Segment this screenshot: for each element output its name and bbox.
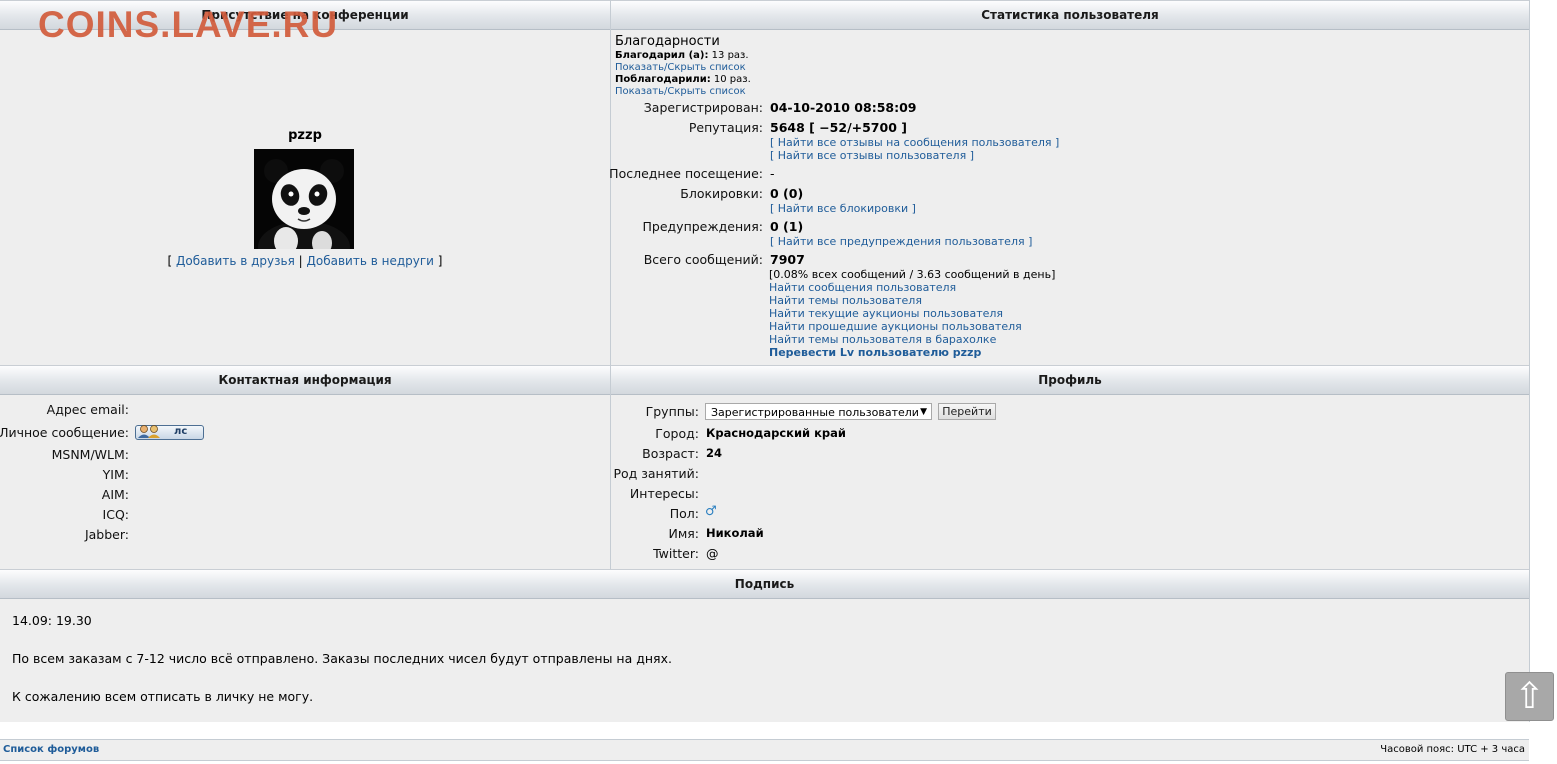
registered-label: Зарегистрирован:: [643, 100, 763, 115]
thanks-title: Благодарности: [615, 34, 720, 49]
add-friend-link[interactable]: Добавить в друзья: [176, 254, 295, 268]
twitter-value: @: [706, 546, 719, 561]
up-arrow-icon: ⇧: [1514, 676, 1545, 717]
friend-actions: [ Добавить в друзья | Добавить в недруги…: [0, 254, 610, 268]
past-auctions-link[interactable]: Найти прошедшие аукционы пользователя: [769, 320, 1022, 333]
profile-header: Профиль: [611, 365, 1529, 395]
interests-label: Интересы:: [629, 486, 699, 501]
signature-header: Подпись: [0, 569, 1529, 599]
timezone-text: Часовой пояс: UTC + 3 часа: [1380, 744, 1525, 755]
user-posts-link[interactable]: Найти сообщения пользователя: [769, 281, 956, 294]
aim-label: AIM:: [101, 487, 129, 502]
profile-frame: [0, 0, 1530, 722]
city-label: Город:: [655, 426, 699, 441]
warnings-label: Предупреждения:: [642, 219, 763, 234]
scroll-to-top-button[interactable]: ⇧: [1505, 672, 1554, 721]
warnings-link[interactable]: [ Найти все предупреждения пользователя …: [770, 235, 1032, 248]
city-value: Краснодарский край: [706, 426, 846, 440]
users-icon: [138, 425, 160, 438]
username: pzzp: [288, 128, 322, 143]
signature-line-2: По всем заказам с 7-12 число всё отправл…: [12, 651, 672, 666]
site-watermark: COINS.LAVE.RU: [38, 4, 339, 45]
posts-value: 7907: [770, 252, 805, 267]
reputation-given-link[interactable]: [ Найти все отзывы пользователя ]: [770, 149, 974, 162]
reputation-value: 5648 [ −52/+5700 ]: [770, 120, 907, 135]
jabber-label: Jabber:: [84, 527, 129, 542]
occupation-label: Род занятий:: [613, 466, 699, 481]
yim-label: YIM:: [102, 467, 129, 482]
thanks-toggle-received[interactable]: Показать/Скрыть список: [615, 86, 746, 97]
dropdown-arrow-icon: ▼: [920, 407, 927, 417]
last-visit-label: Последнее посещение:: [609, 166, 763, 181]
registered-value: 04-10-2010 08:58:09: [770, 100, 917, 115]
signature-line-3: К сожалению всем отписать в личку не мог…: [12, 689, 314, 704]
column-divider: [610, 0, 611, 569]
panda-avatar-image: [254, 149, 354, 249]
pm-label: Личное сообщение:: [0, 425, 129, 440]
bans-label: Блокировки:: [680, 186, 763, 201]
last-visit-value: -: [770, 166, 775, 181]
private-message-button[interactable]: лс: [135, 425, 204, 440]
thanks-given: Благодарил (а): 13 раз.: [615, 50, 749, 61]
reputation-received-link[interactable]: [ Найти все отзывы на сообщения пользова…: [770, 136, 1059, 149]
user-topics-link[interactable]: Найти темы пользователя: [769, 294, 922, 307]
add-foe-link[interactable]: Добавить в недруги: [307, 254, 434, 268]
signature-line-1: 14.09: 19.30: [12, 613, 92, 628]
bracket-open: [: [167, 254, 173, 268]
go-button[interactable]: Перейти: [938, 403, 996, 420]
reputation-label: Репутация:: [688, 120, 763, 135]
thanks-given-value: 13 раз.: [711, 50, 749, 61]
groups-selected-value: Зарегистрированные пользователи: [711, 406, 919, 419]
stats-header: Статистика пользователя: [611, 0, 1529, 30]
groups-select[interactable]: Зарегистрированные пользователи ▼: [705, 403, 932, 420]
thanks-given-label: Благодарил (а):: [615, 50, 709, 61]
name-label: Имя:: [668, 526, 699, 541]
male-gender-icon: ♂: [705, 504, 717, 519]
avatar: [254, 149, 354, 249]
thanks-received: Поблагодарили: 10 раз.: [615, 74, 751, 85]
contact-header: Контактная информация: [0, 365, 610, 395]
posts-detail: [0.08% всех сообщений / 3.63 сообщений в…: [769, 268, 1056, 281]
warnings-value: 0 (1): [770, 219, 804, 234]
flea-market-topics-link[interactable]: Найти темы пользователя в барахолке: [769, 333, 996, 346]
msn-label: MSNM/WLM:: [51, 447, 129, 462]
link-separator: |: [298, 254, 303, 268]
thanks-toggle-given[interactable]: Показать/Скрыть список: [615, 62, 746, 73]
transfer-lv-link[interactable]: Перевести Lv пользователю pzzp: [769, 346, 981, 359]
forum-list-link[interactable]: Список форумов: [3, 744, 99, 755]
twitter-label: Twitter:: [653, 546, 699, 561]
pm-button-label: лс: [174, 426, 188, 437]
bans-value: 0 (0): [770, 186, 804, 201]
age-label: Возраст:: [642, 446, 699, 461]
email-label: Адрес email:: [46, 402, 129, 417]
gender-label: Пол:: [669, 506, 699, 521]
thanks-received-value: 10 раз.: [713, 74, 751, 85]
footer-bar: Список форумов Часовой пояс: UTC + 3 час…: [0, 739, 1529, 761]
groups-label: Группы:: [645, 404, 699, 419]
bans-link[interactable]: [ Найти все блокировки ]: [770, 202, 916, 215]
age-value: 24: [706, 446, 723, 460]
current-auctions-link[interactable]: Найти текущие аукционы пользователя: [769, 307, 1003, 320]
bracket-close: ]: [437, 254, 443, 268]
name-value: Николай: [706, 526, 764, 540]
posts-label: Всего сообщений:: [643, 252, 763, 267]
thanks-received-label: Поблагодарили:: [615, 74, 711, 85]
icq-label: ICQ:: [102, 507, 129, 522]
